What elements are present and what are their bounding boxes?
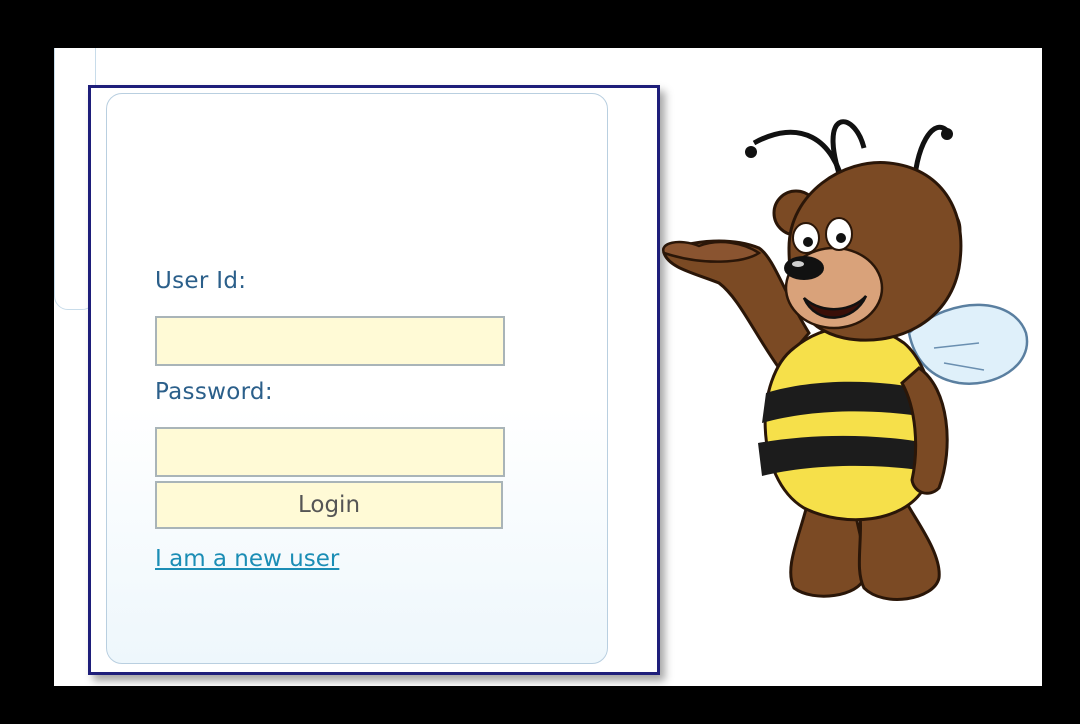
login-card: User Id: Password: Login I am a new user	[106, 93, 608, 664]
user-id-label: User Id:	[155, 268, 247, 294]
new-user-link[interactable]: I am a new user	[155, 546, 339, 572]
user-id-input[interactable]	[155, 316, 505, 366]
login-button[interactable]: Login	[155, 481, 503, 529]
login-page: User Id: Password: Login I am a new user	[54, 48, 1042, 686]
bear-bee-mascot-icon	[662, 119, 1029, 601]
password-label: Password:	[155, 379, 273, 405]
password-input[interactable]	[155, 427, 505, 477]
login-dialog-frame: User Id: Password: Login I am a new user	[88, 85, 660, 675]
